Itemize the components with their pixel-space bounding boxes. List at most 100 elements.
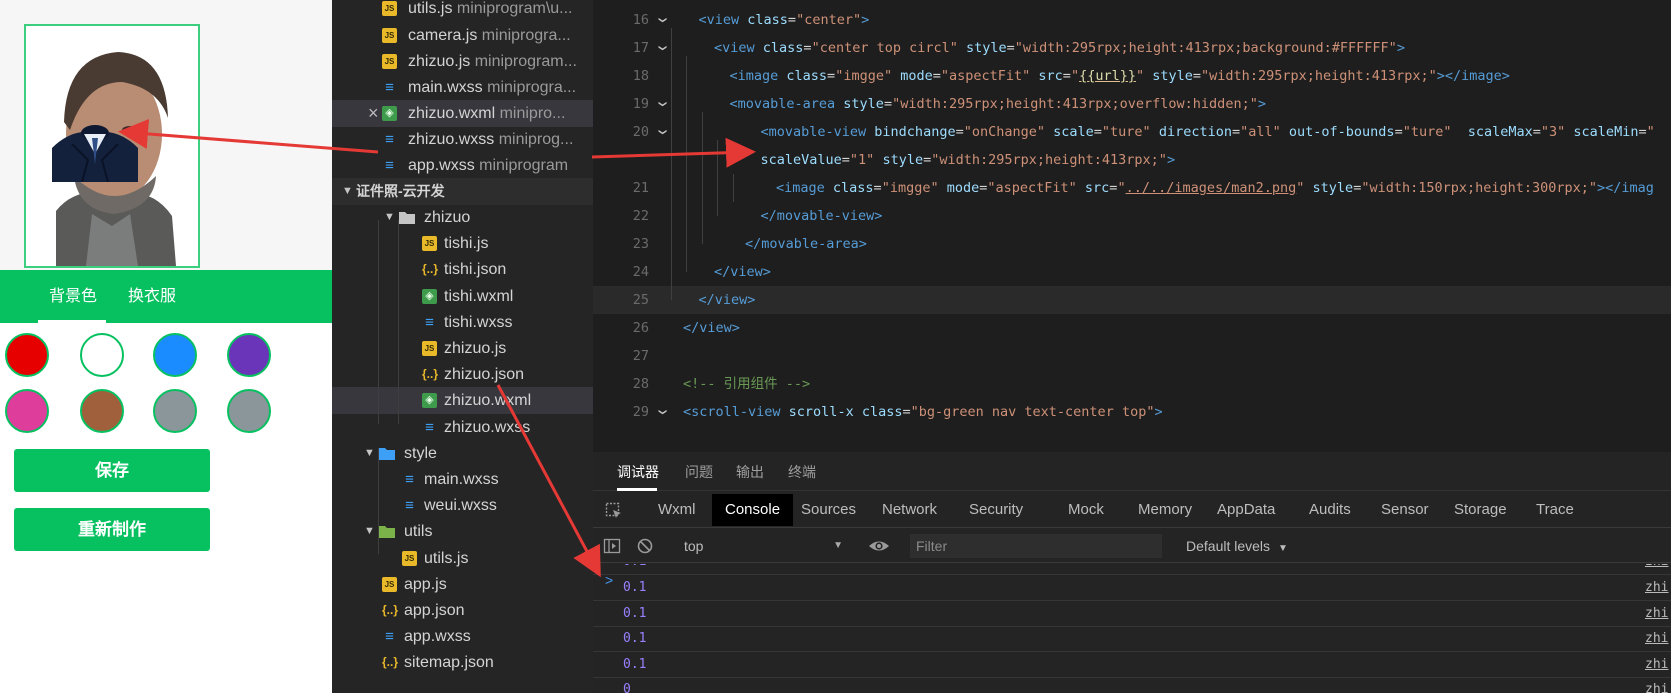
open-file-zhizuo-js[interactable]: JS zhizuo.js miniprogram... (332, 48, 593, 75)
panel-tab-wxml[interactable]: Wxml (645, 494, 709, 526)
code-editor[interactable]: 16 ❯ <view class="center"> 17 ❯ <view class="… (593, 0, 1671, 452)
tree-item-sitemap-json[interactable]: {..} sitemap.json (332, 649, 593, 676)
panel-tab-security[interactable]: Security (956, 494, 1036, 526)
panel-tab-audits[interactable]: Audits (1296, 494, 1364, 526)
tree-item-app-json[interactable]: {..} app.json (332, 597, 593, 624)
line-number: 22 (632, 208, 649, 224)
console-filter-input[interactable] (910, 534, 1162, 558)
file-explorer: JS utils.js miniprogram\u... JS camera.js m… (332, 0, 593, 693)
tree-item-zhizuo-wxml[interactable]: ◈ zhizuo.wxml (332, 387, 593, 415)
color-swatch[interactable] (80, 389, 124, 433)
open-file-zhizuo-wxml[interactable]: × ◈ zhizuo.wxml minipro... (332, 100, 593, 127)
panel-tab-appdata[interactable]: AppData (1204, 494, 1288, 526)
tree-item-weui-wxss[interactable]: ≡ weui.wxss (332, 492, 593, 519)
log-levels-dropdown[interactable]: Default levels ▼ (1186, 535, 1288, 560)
fold-chevron-icon[interactable]: ❯ (648, 409, 676, 416)
color-swatch[interactable] (5, 333, 49, 377)
wxss-file-icon: ≡ (385, 157, 394, 174)
console-prompt[interactable]: > (605, 572, 613, 588)
open-file-utils-js[interactable]: JS utils.js miniprogram\u... (332, 0, 593, 22)
tree-item-zhizuo-wxss[interactable]: ≡ zhizuo.wxss (332, 414, 593, 441)
panel-tab-storage[interactable]: Storage (1441, 494, 1520, 526)
tab-background-color[interactable]: 背景色 (38, 270, 108, 323)
tree-item-tishi-json[interactable]: {..} tishi.json (332, 256, 593, 283)
tree-item-tishi-js[interactable]: JS tishi.js (332, 230, 593, 257)
log-source-link[interactable]: zhi (1645, 606, 1671, 621)
code-token: class (832, 180, 874, 196)
tree-item-app-js[interactable]: JS app.js (332, 571, 593, 598)
line-number: 23 (632, 236, 649, 252)
remake-button[interactable]: 重新制作 (14, 508, 210, 551)
indent-guide (717, 140, 718, 216)
color-swatch[interactable] (227, 333, 271, 377)
code-token: = (902, 404, 911, 420)
log-source-link[interactable]: zhi (1645, 564, 1671, 569)
tree-item-app-wxss[interactable]: ≡ app.wxss (332, 623, 593, 650)
panel-tab-memory[interactable]: Memory (1125, 494, 1205, 526)
code-token: mode (938, 180, 980, 196)
tree-item-zhizuo-json[interactable]: {..} zhizuo.json (332, 361, 593, 388)
panel-tab-trace[interactable]: Trace (1523, 494, 1587, 526)
panel-tab-network[interactable]: Network (869, 494, 950, 526)
log-value: 0.1 (623, 631, 647, 646)
line-number: 18 (632, 68, 649, 84)
eye-icon[interactable] (868, 537, 890, 555)
tree-item-tishi-wxss[interactable]: ≡ tishi.wxss (332, 309, 593, 336)
suit-overlay-image[interactable] (52, 124, 138, 182)
tree-item-tishi-wxml[interactable]: ◈ tishi.wxml (332, 283, 593, 310)
code-token: style (1144, 68, 1193, 84)
open-file-app-wxss[interactable]: ≡ app.wxss miniprogram (332, 152, 593, 179)
tree-item-label: utils.js (424, 549, 469, 567)
context-selector[interactable]: top ▼ (678, 535, 843, 557)
devtools-top-tab[interactable]: 调试器 (617, 452, 659, 491)
tree-item-zhizuo[interactable]: ▼ zhizuo (332, 204, 593, 231)
open-file-camera-js[interactable]: JS camera.js miniprogra... (332, 22, 593, 49)
chevron-down-icon[interactable]: ▼ (364, 440, 375, 467)
tree-item-main-wxss[interactable]: ≡ main.wxss (332, 466, 593, 493)
code-line: 20 ❯ <movable-view bindchange="onChange" s… (593, 118, 1671, 146)
fold-chevron-icon[interactable]: ❯ (648, 101, 676, 108)
color-swatch[interactable] (153, 389, 197, 433)
log-source-link[interactable]: zhi (1645, 580, 1671, 595)
fold-chevron-icon[interactable]: ❯ (648, 129, 676, 136)
indent-guide (686, 56, 687, 272)
file-name: camera.js miniprogra... (408, 27, 571, 44)
color-swatch[interactable] (80, 333, 124, 377)
open-file-main-wxss[interactable]: ≡ main.wxss miniprogra... (332, 74, 593, 101)
tree-item-utils[interactable]: ▼ utils (332, 518, 593, 545)
devtools-top-tab[interactable]: 输出 (736, 452, 764, 491)
project-section-header[interactable]: ▼ 证件照-云开发 (332, 178, 593, 205)
color-swatch[interactable] (153, 333, 197, 377)
inspect-element-icon[interactable] (605, 502, 623, 520)
log-source-link[interactable]: zhi (1645, 682, 1671, 693)
chevron-down-icon[interactable]: ▼ (364, 518, 375, 545)
tree-item-zhizuo-js[interactable]: JS zhizuo.js (332, 335, 593, 362)
tab-change-clothes[interactable]: 换衣服 (128, 270, 176, 323)
close-icon[interactable]: × (368, 100, 379, 127)
devtools-top-tab[interactable]: 终端 (788, 452, 816, 491)
clear-console-icon[interactable] (636, 537, 654, 555)
project-name: 证件照-云开发 (356, 183, 445, 199)
chevron-down-icon[interactable]: ▼ (384, 204, 395, 231)
log-source-link[interactable]: zhi (1645, 657, 1671, 672)
file-path: miniprogram... (470, 53, 577, 70)
log-source-link[interactable]: zhi (1645, 631, 1671, 646)
devtools-top-tab[interactable]: 问题 (685, 452, 713, 491)
panel-tab-mock[interactable]: Mock (1055, 494, 1117, 526)
color-swatch[interactable] (227, 389, 271, 433)
code-token: = (827, 68, 836, 84)
open-file-zhizuo-wxss[interactable]: ≡ zhizuo.wxss miniprog... (332, 126, 593, 153)
code-token: "aspectFit" (987, 180, 1077, 196)
sidebar-toggle-icon[interactable] (603, 537, 621, 555)
tree-item-utils-js[interactable]: JS utils.js (332, 545, 593, 572)
code-token: > (1154, 404, 1163, 420)
color-swatch[interactable] (5, 389, 49, 433)
panel-tab-console[interactable]: Console (712, 494, 794, 526)
wxml-file-icon: ◈ (422, 393, 437, 409)
fold-chevron-icon[interactable]: ❯ (648, 45, 676, 52)
fold-chevron-icon[interactable]: ❯ (648, 17, 676, 24)
tree-item-style[interactable]: ▼ style (332, 440, 593, 467)
panel-tab-sources[interactable]: Sources (788, 494, 869, 526)
panel-tab-sensor[interactable]: Sensor (1368, 494, 1442, 526)
save-button[interactable]: 保存 (14, 449, 210, 492)
